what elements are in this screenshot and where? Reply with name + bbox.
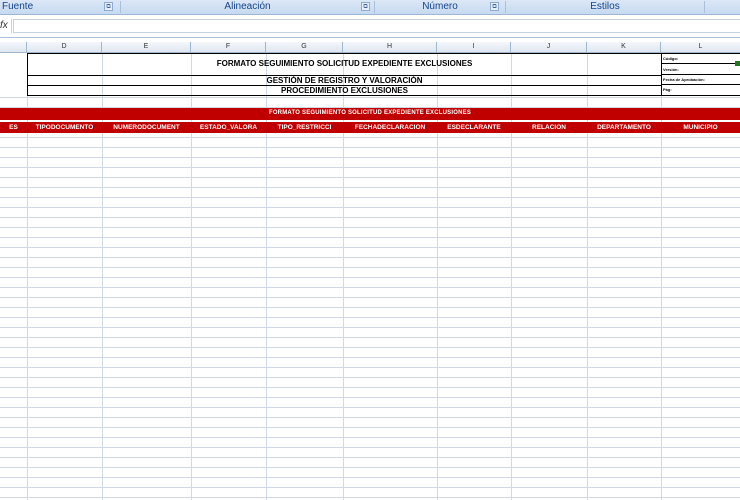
column-header-c[interactable] bbox=[0, 42, 27, 52]
grid-row-line bbox=[0, 137, 740, 138]
meta-approval-date-label: Fecha de Aprobación: bbox=[663, 77, 705, 82]
document-title: FORMATO SEGUIMIENTO SOLICITUD EXPEDIENTE… bbox=[216, 59, 473, 68]
column-title[interactable]: ESDECLARANTE bbox=[437, 122, 511, 133]
procedure-title: PROCEDIMIENTO EXCLUSIONES bbox=[281, 86, 408, 95]
column-title[interactable]: FECHADECLARACION bbox=[343, 122, 437, 133]
ribbon-group-alignment[interactable]: Alineación ⧉ bbox=[121, 0, 374, 14]
ribbon-group-label: Fuente bbox=[2, 1, 34, 12]
grid-row-line bbox=[0, 267, 740, 268]
grid-row-line bbox=[0, 327, 740, 328]
grid-row-line bbox=[0, 337, 740, 338]
grid-row-line bbox=[0, 197, 740, 198]
grid-row-line bbox=[0, 287, 740, 288]
grid-row-line bbox=[0, 307, 740, 308]
column-title[interactable]: NUMERODOCUMENT bbox=[102, 122, 191, 133]
title-border bbox=[661, 84, 740, 85]
grid-row-line bbox=[0, 457, 740, 458]
grid-row-line bbox=[0, 347, 740, 348]
grid-row-line bbox=[0, 397, 740, 398]
grid-row-line bbox=[0, 217, 740, 218]
column-header-l[interactable]: L bbox=[661, 42, 740, 52]
grid-row-line bbox=[0, 427, 740, 428]
grid-row-line bbox=[0, 97, 740, 98]
column-header-f[interactable]: F bbox=[191, 42, 266, 52]
alignment-dialog-launcher-icon[interactable]: ⧉ bbox=[361, 2, 370, 11]
table-banner-title: FORMATO SEGUIMIENTO SOLICITUD EXPEDIENTE… bbox=[268, 110, 472, 116]
column-title[interactable]: ES bbox=[0, 122, 27, 133]
title-border bbox=[27, 95, 740, 96]
column-title[interactable]: RELACION bbox=[511, 122, 587, 133]
grid-row-line bbox=[0, 187, 740, 188]
column-title[interactable]: TIPO_RESTRICCI bbox=[266, 122, 343, 133]
formula-input[interactable] bbox=[13, 19, 740, 33]
column-header-d[interactable]: D bbox=[27, 42, 102, 52]
ribbon-group-font[interactable]: Fuente ⧉ bbox=[0, 0, 120, 14]
ribbon-separator bbox=[704, 1, 705, 13]
ribbon-group-number[interactable]: Número ⧉ bbox=[375, 0, 505, 14]
grid-row-line bbox=[0, 407, 740, 408]
column-title[interactable]: DEPARTAMENTO bbox=[587, 122, 661, 133]
ribbon-group-label: Alineación bbox=[224, 1, 271, 12]
grid-row-line bbox=[0, 207, 740, 208]
grid-row-line bbox=[0, 487, 740, 488]
meta-code-label: Código: bbox=[663, 56, 679, 61]
title-border bbox=[661, 63, 740, 64]
grid-row-line bbox=[0, 497, 740, 498]
ribbon-group-label: Número bbox=[422, 1, 458, 12]
number-dialog-launcher-icon[interactable]: ⧉ bbox=[490, 2, 499, 11]
font-dialog-launcher-icon[interactable]: ⧉ bbox=[104, 2, 113, 11]
grid-row-line bbox=[0, 277, 740, 278]
grid-row-line bbox=[0, 417, 740, 418]
grid-row-line bbox=[0, 147, 740, 148]
grid-row-line bbox=[0, 257, 740, 258]
column-header-k[interactable]: K bbox=[587, 42, 661, 52]
column-title[interactable]: MUNICIPIO bbox=[661, 122, 740, 133]
grid-row-line bbox=[0, 177, 740, 178]
title-border bbox=[661, 74, 740, 75]
column-title[interactable]: TIPODOCUMENTO bbox=[27, 122, 102, 133]
process-title: GESTIÓN DE REGISTRO Y VALORACIÓN bbox=[266, 76, 423, 85]
grid-row-line bbox=[0, 247, 740, 248]
grid-row-line bbox=[0, 437, 740, 438]
grid-row-line bbox=[0, 387, 740, 388]
ribbon-group-styles[interactable]: Estilos bbox=[506, 0, 704, 14]
grid-row-line bbox=[0, 297, 740, 298]
grid-row-line bbox=[0, 157, 740, 158]
ribbon-groups-bar: Fuente ⧉ Alineación ⧉ Número ⧉ Estilos bbox=[0, 0, 740, 15]
grid-row-line bbox=[0, 317, 740, 318]
grid-row-line bbox=[0, 467, 740, 468]
grid-row-line bbox=[0, 237, 740, 238]
meta-version-label: Versión: bbox=[663, 67, 679, 72]
grid-row-line bbox=[0, 367, 740, 368]
column-header-e[interactable]: E bbox=[102, 42, 191, 52]
formula-bar: fx bbox=[0, 15, 740, 38]
column-header-g[interactable]: G bbox=[266, 42, 343, 52]
grid-row-line bbox=[0, 447, 740, 448]
title-border bbox=[27, 53, 740, 54]
grid-row-line bbox=[0, 167, 740, 168]
column-header-h[interactable]: H bbox=[343, 42, 437, 52]
column-header-j[interactable]: J bbox=[511, 42, 587, 52]
grid-row-line bbox=[0, 477, 740, 478]
grid-row-line bbox=[0, 227, 740, 228]
column-title[interactable]: ESTADO_VALORA bbox=[191, 122, 266, 133]
grid-row-line bbox=[0, 377, 740, 378]
meta-page-label: Pág: bbox=[663, 87, 672, 92]
insert-function-icon[interactable]: fx bbox=[0, 19, 12, 33]
column-header-bar: D E F G H I J K L bbox=[0, 42, 740, 53]
ribbon-group-label: Estilos bbox=[590, 1, 620, 12]
worksheet-grid[interactable] bbox=[0, 53, 740, 500]
grid-row-line bbox=[0, 357, 740, 358]
column-header-i[interactable]: I bbox=[437, 42, 511, 52]
cell-comment-indicator bbox=[735, 61, 740, 66]
